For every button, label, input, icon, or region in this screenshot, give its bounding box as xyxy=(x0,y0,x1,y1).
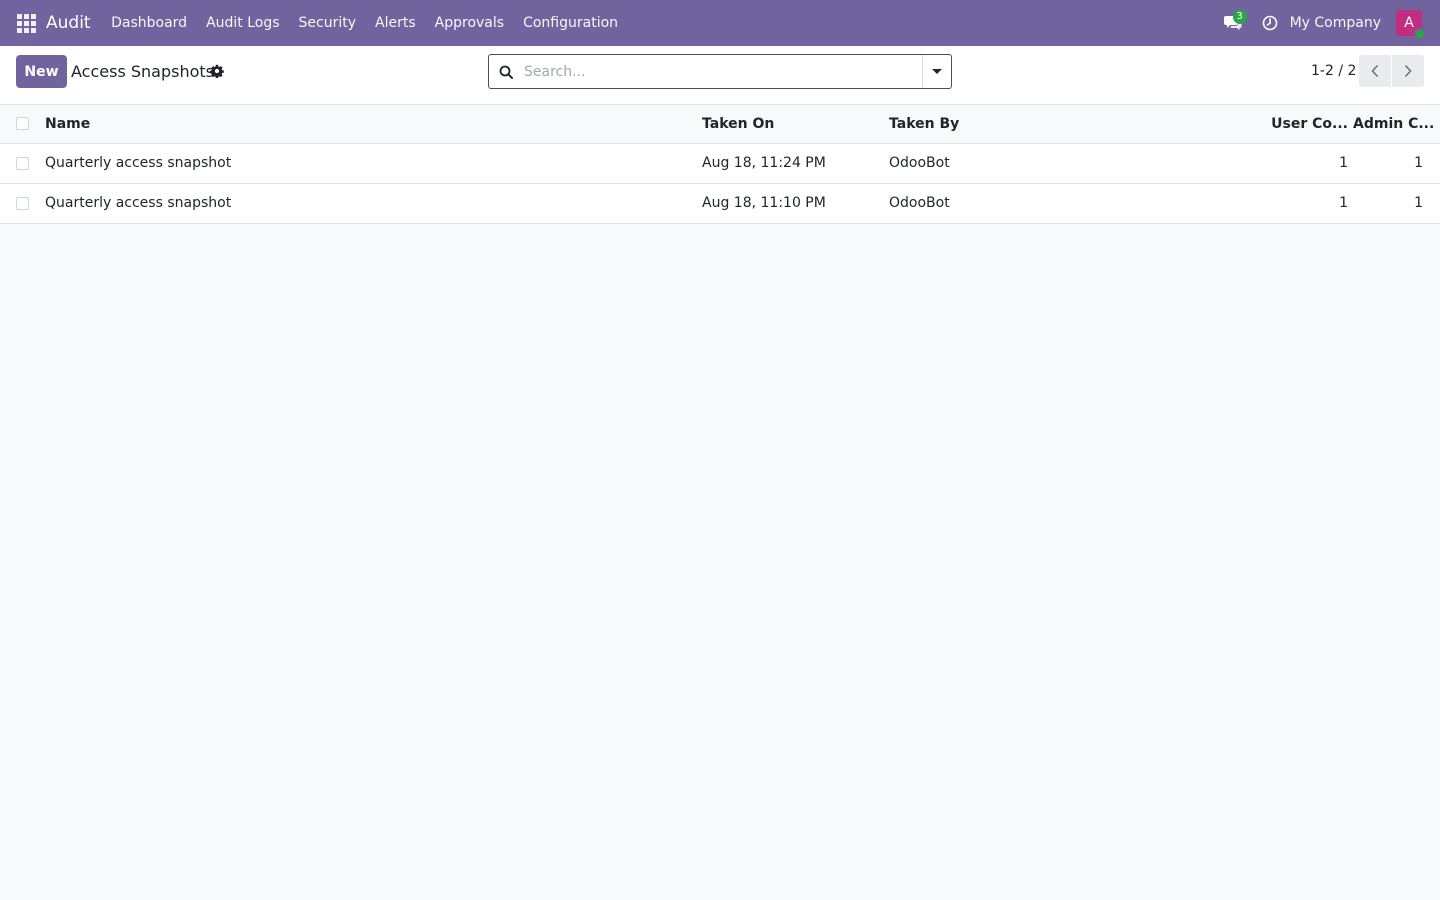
cell-taken-on[interactable]: Aug 18, 11:24 PM xyxy=(702,143,889,184)
menu-item-audit-logs[interactable]: Audit Logs xyxy=(197,0,289,46)
table-row[interactable]: Quarterly access snapshot Aug 18, 11:10 … xyxy=(0,183,1440,224)
table-row[interactable]: Quarterly access snapshot Aug 18, 11:24 … xyxy=(0,143,1440,184)
company-switcher[interactable]: My Company xyxy=(1290,15,1381,31)
table-header-row: Name Taken On Taken By User Co... Admin … xyxy=(0,105,1440,144)
cell-taken-by[interactable]: OdooBot xyxy=(889,183,1269,224)
user-avatar[interactable]: A xyxy=(1396,10,1426,40)
search-options-toggle[interactable] xyxy=(922,55,951,88)
menu-item-dashboard[interactable]: Dashboard xyxy=(102,0,197,46)
pager-value[interactable]: 1-2 / 2 xyxy=(1311,63,1356,79)
gear-icon[interactable] xyxy=(210,64,224,78)
row-checkbox[interactable] xyxy=(16,196,29,210)
navbar-systray: 3 My Company A xyxy=(1216,0,1440,46)
cell-taken-by[interactable]: OdooBot xyxy=(889,143,1269,184)
search-icon xyxy=(489,65,523,79)
pager-next-button[interactable] xyxy=(1392,55,1424,87)
new-button[interactable]: New xyxy=(16,55,67,88)
caret-down-icon xyxy=(932,69,942,74)
row-checkbox[interactable] xyxy=(16,156,29,170)
activities-button[interactable] xyxy=(1256,0,1284,46)
cell-user-count[interactable]: 1 xyxy=(1269,143,1353,184)
app-brand[interactable]: Audit xyxy=(46,13,91,33)
menu-item-alerts[interactable]: Alerts xyxy=(366,0,426,46)
column-header-name[interactable]: Name xyxy=(45,105,702,144)
presence-status-icon xyxy=(1414,28,1426,40)
menu-item-approvals[interactable]: Approvals xyxy=(425,0,513,46)
menu-item-configuration[interactable]: Configuration xyxy=(514,0,628,46)
cell-admin-count[interactable]: 1 xyxy=(1353,143,1440,184)
pager-previous-button[interactable] xyxy=(1359,55,1391,87)
column-header-admin-count[interactable]: Admin C... xyxy=(1353,105,1440,144)
cell-user-count[interactable]: 1 xyxy=(1269,183,1353,224)
messages-count-badge: 3 xyxy=(1232,10,1247,24)
search-input[interactable] xyxy=(523,55,922,88)
column-header-user-count[interactable]: User Co... xyxy=(1269,105,1353,144)
top-navbar: Audit Dashboard Audit Logs Security Aler… xyxy=(0,0,1440,46)
apps-menu-icon[interactable] xyxy=(14,11,38,35)
column-header-taken-on[interactable]: Taken On xyxy=(702,105,889,144)
select-all-cell xyxy=(0,105,45,144)
main-menu: Dashboard Audit Logs Security Alerts App… xyxy=(102,0,628,46)
chevron-right-icon xyxy=(1404,64,1412,78)
page-title: Access Snapshots xyxy=(71,62,214,81)
avatar-initial: A xyxy=(1404,15,1414,31)
clock-icon xyxy=(1262,15,1277,31)
column-header-taken-by[interactable]: Taken By xyxy=(889,105,1269,144)
snapshots-table: Name Taken On Taken By User Co... Admin … xyxy=(0,105,1440,224)
cell-name[interactable]: Quarterly access snapshot xyxy=(45,143,702,184)
cell-taken-on[interactable]: Aug 18, 11:10 PM xyxy=(702,183,889,224)
search-bar xyxy=(488,54,952,89)
cell-name[interactable]: Quarterly access snapshot xyxy=(45,183,702,224)
select-all-checkbox[interactable] xyxy=(16,117,29,131)
cell-admin-count[interactable]: 1 xyxy=(1353,183,1440,224)
chevron-left-icon xyxy=(1371,64,1379,78)
control-panel: New Access Snapshots 1-2 / 2 xyxy=(0,46,1440,105)
menu-item-security[interactable]: Security xyxy=(289,0,366,46)
messaging-button[interactable]: 3 xyxy=(1216,0,1250,46)
